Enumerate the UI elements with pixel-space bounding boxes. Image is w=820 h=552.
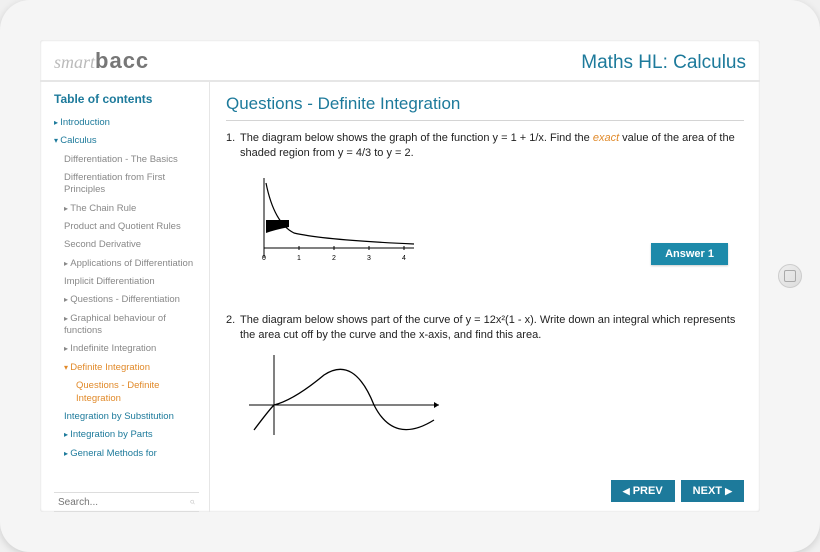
toc-item[interactable]: Questions - Differentiation [54,291,199,309]
search-input[interactable] [58,497,190,508]
toc-item[interactable]: Introduction [54,114,199,132]
chevron-left-icon: ◀ [623,486,630,496]
q2-number: 2. [226,313,240,328]
logo-part2: bacc [95,48,149,73]
toc-item[interactable]: General Methods for [54,445,199,463]
next-button[interactable]: NEXT ▶ [681,480,744,502]
prev-button[interactable]: ◀ PREV [611,480,675,502]
app-screen: smartbacc Maths HL: Calculus Table of co… [40,40,760,512]
sidebar: Table of contents IntroductionCalculusDi… [40,82,210,512]
svg-text:2: 2 [332,255,336,262]
top-bar: smartbacc Maths HL: Calculus [40,40,760,82]
main-content: Questions - Definite Integration 1.The d… [210,82,760,512]
svg-text:4: 4 [402,255,406,262]
question-2-text: 2.The diagram below shows part of the cu… [226,313,744,344]
svg-text:3: 3 [367,255,371,262]
footer-nav: ◀ PREV NEXT ▶ [611,480,744,502]
chevron-right-icon: ▶ [725,486,732,496]
toc-list[interactable]: IntroductionCalculusDifferentiation - Th… [54,114,199,488]
search-icon[interactable] [190,496,195,508]
home-button[interactable] [778,264,802,288]
search-box[interactable] [54,492,199,512]
toc-item[interactable]: Indefinite Integration [54,340,199,358]
body: Table of contents IntroductionCalculusDi… [40,82,760,512]
q1-number: 1. [226,131,240,146]
toc-item[interactable]: Calculus [54,132,199,150]
page-title: Questions - Definite Integration [226,94,744,121]
answer-1-button[interactable]: Answer 1 [651,243,728,265]
toc-item[interactable]: Definite Integration [54,359,199,377]
question-1-text: 1.The diagram below shows the graph of t… [226,131,744,162]
toc-item[interactable]: Second Derivative [54,236,199,254]
toc-item[interactable]: Differentiation - The Basics [54,151,199,169]
toc-item[interactable]: Graphical behaviour of functions [54,310,199,341]
header-title: Maths HL: Calculus [581,52,746,74]
toc-item[interactable]: Product and Quotient Rules [54,218,199,236]
question-1: 1.The diagram below shows the graph of t… [226,131,744,273]
logo-part1: smart [54,52,95,72]
svg-text:1: 1 [297,255,301,262]
svg-text:0: 0 [262,255,266,262]
q1-emphasis: exact [593,132,619,144]
toc-item[interactable]: Implicit Differentiation [54,273,199,291]
toc-item[interactable]: Differentiation from First Principles [54,169,199,200]
toc-heading: Table of contents [54,92,199,106]
toc-item[interactable]: Applications of Differentiation [54,255,199,273]
diagram-2 [244,350,744,445]
logo: smartbacc [54,48,149,74]
toc-item[interactable]: The Chain Rule [54,200,199,218]
ipad-frame: smartbacc Maths HL: Calculus Table of co… [0,0,820,552]
toc-item[interactable]: Questions - Definite Integration [54,377,199,408]
toc-item[interactable]: Integration by Parts [54,426,199,444]
question-2: 2.The diagram below shows part of the cu… [226,313,744,445]
toc-item[interactable]: Integration by Substitution [54,408,199,426]
